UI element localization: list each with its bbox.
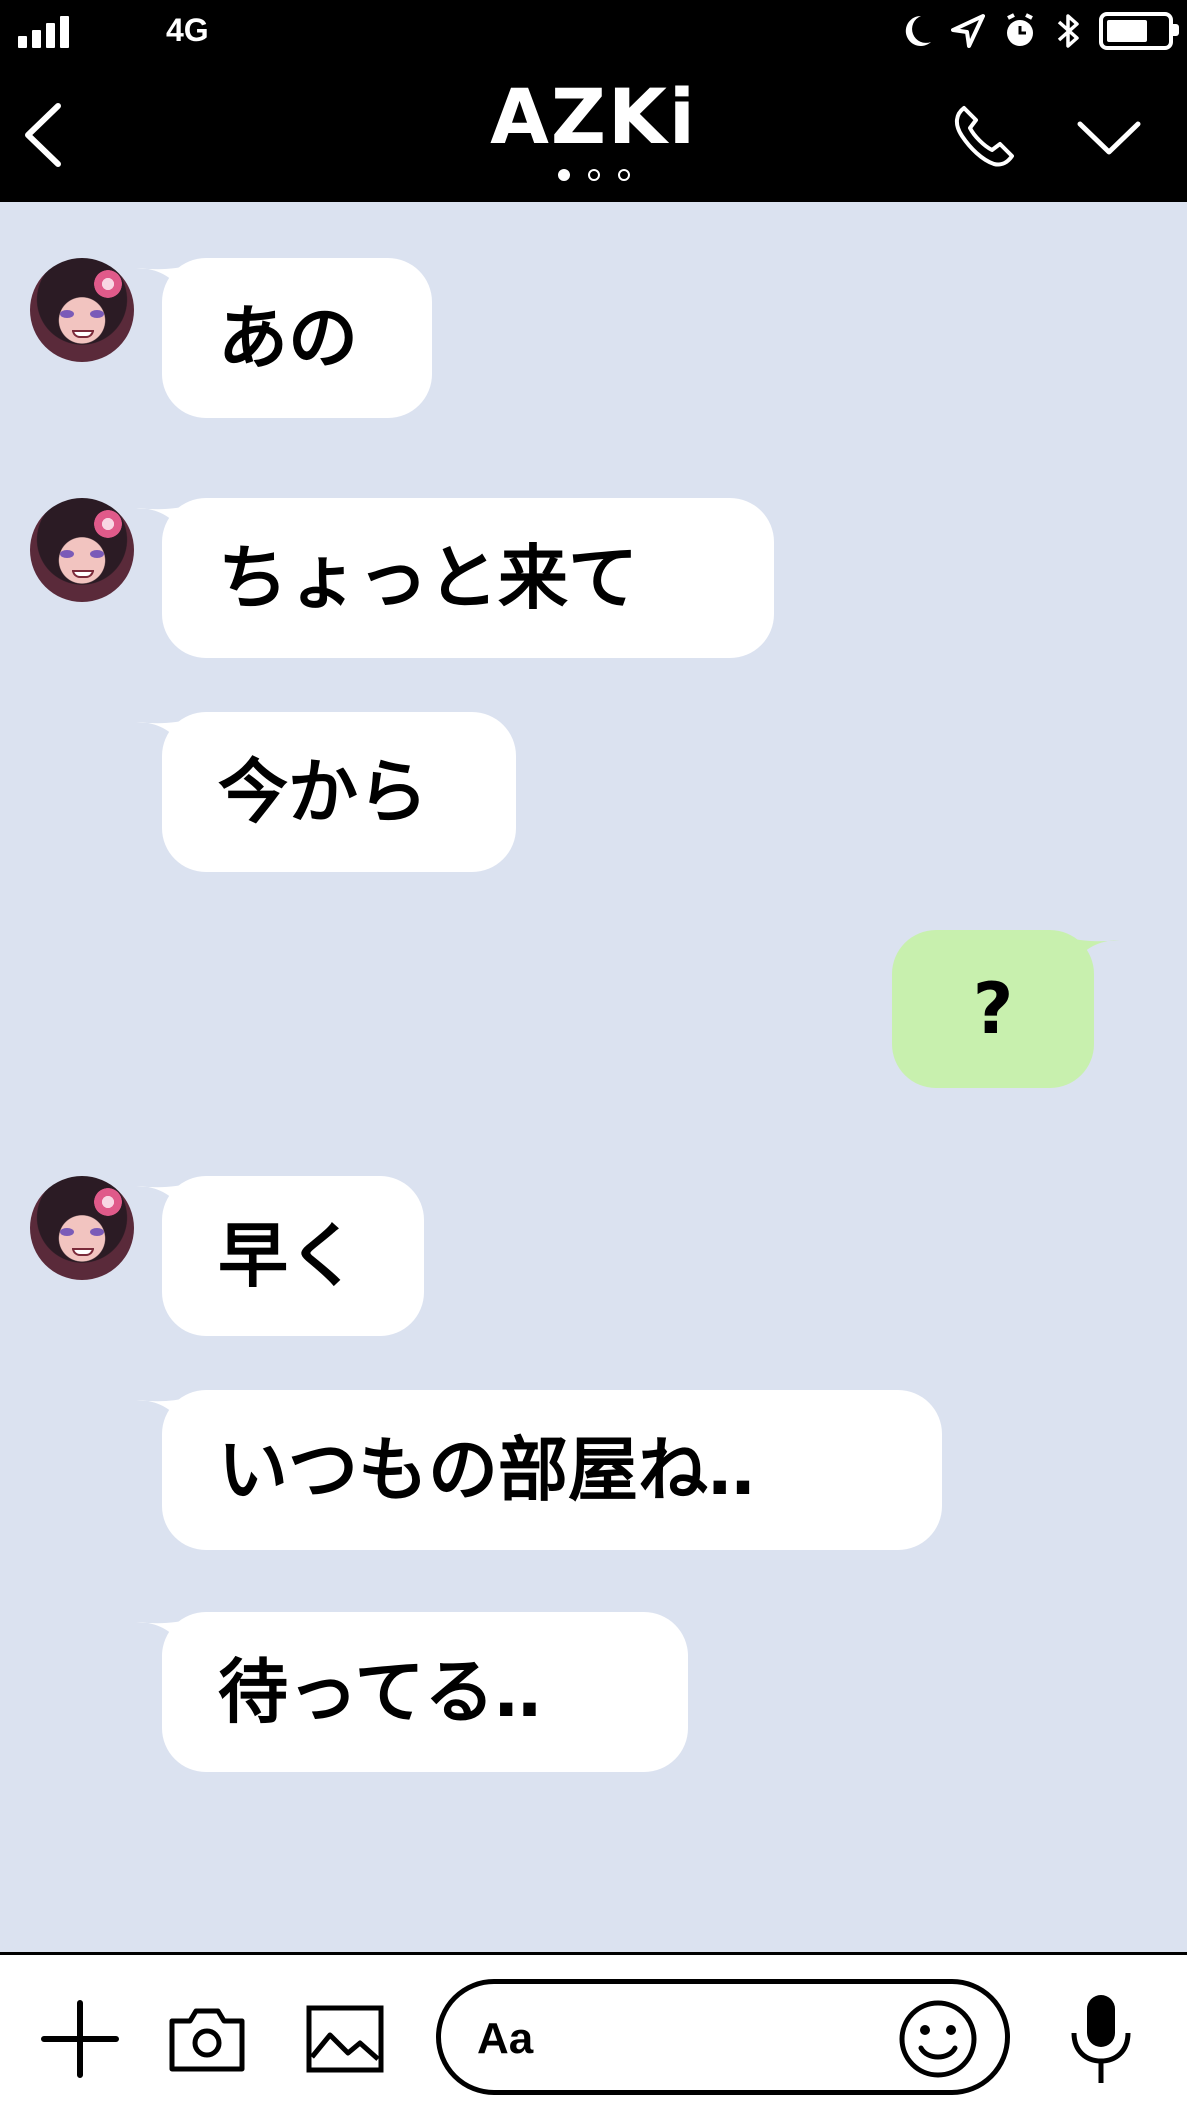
bubble-tail [136, 1182, 192, 1206]
plus-icon[interactable] [40, 1999, 120, 2079]
bubble-tail [136, 1618, 192, 1642]
battery-icon [1099, 12, 1179, 50]
status-bar: 4G [0, 0, 1187, 62]
message-text: あの [218, 297, 358, 379]
avatar[interactable] [30, 1176, 134, 1280]
status-icons [883, 10, 1179, 52]
alarm-icon [1003, 12, 1037, 50]
message-text: 今から [218, 751, 428, 833]
message-text: ちょっと来て [218, 537, 638, 619]
message-text: 早く [218, 1215, 358, 1297]
moon-icon [901, 12, 933, 50]
message-bubble[interactable]: あの [136, 258, 432, 418]
message-text: いつもの部屋ね‥ [218, 1429, 755, 1511]
message-composer: Aa [0, 1952, 1187, 2109]
message-bubble[interactable]: 待ってる‥ [136, 1612, 688, 1772]
page-indicator [0, 166, 1187, 185]
message-text: ? [972, 968, 1014, 1050]
message-input-placeholder: Aa [477, 2014, 534, 2063]
location-arrow-icon [951, 12, 985, 50]
avatar[interactable] [30, 258, 134, 362]
message-input[interactable]: Aa [436, 1979, 1010, 2095]
page-dot [557, 169, 570, 181]
my-message-bubble[interactable]: ? [892, 930, 1120, 1088]
bluetooth-icon [1055, 12, 1081, 50]
message-bubble[interactable]: いつもの部屋ね‥ [136, 1390, 942, 1550]
network-type: 4G [166, 12, 209, 48]
bubble-tail [136, 1396, 192, 1420]
signal-icon [18, 16, 69, 48]
bubble-tail [136, 264, 192, 288]
image-icon[interactable] [306, 2005, 384, 2073]
bubble-tail [1064, 936, 1120, 960]
page-dot [587, 169, 600, 181]
smiley-icon[interactable] [897, 1998, 979, 2080]
avatar[interactable] [30, 498, 134, 602]
message-text: 待ってる‥ [218, 1651, 542, 1733]
top-bar: 4G AZKi [0, 0, 1187, 202]
microphone-icon[interactable] [1066, 1991, 1136, 2089]
chevron-down-icon[interactable] [1076, 120, 1142, 156]
message-bubble[interactable]: 今から [136, 712, 516, 872]
bubble-tail [136, 504, 192, 528]
page-dot [617, 169, 630, 181]
bubble-tail [136, 718, 192, 742]
message-bubble[interactable]: ちょっと来て [136, 498, 774, 658]
camera-icon[interactable] [168, 2005, 246, 2073]
message-bubble[interactable]: 早く [136, 1176, 424, 1336]
chat-header: AZKi [0, 62, 1187, 202]
phone-icon[interactable] [950, 102, 1016, 168]
